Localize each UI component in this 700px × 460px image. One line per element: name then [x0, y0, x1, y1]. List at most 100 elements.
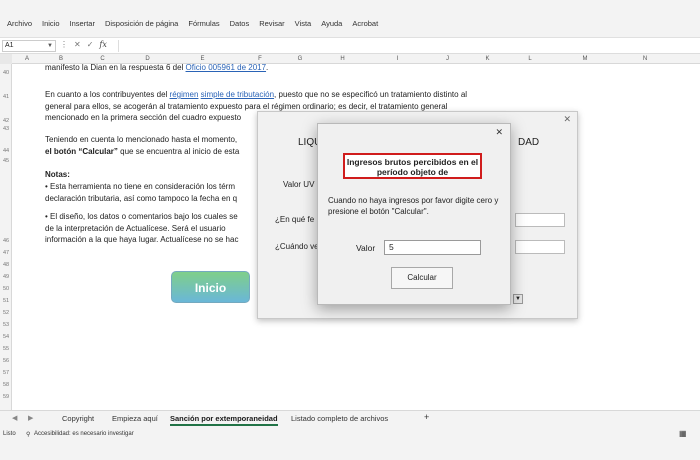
- chevron-down-icon[interactable]: ▼: [513, 294, 523, 304]
- sheet-line: • Esta herramienta no tiene en considera…: [45, 182, 236, 191]
- row-header[interactable]: 49: [0, 274, 12, 280]
- accessibility-status[interactable]: Accesibilidad: es necesario investigar: [34, 431, 134, 437]
- form-title-right: DAD: [518, 137, 540, 148]
- sheet-text: manifesto la Dian en la respuesta 6 del: [45, 63, 186, 72]
- regimen-link[interactable]: régimen: [170, 90, 199, 99]
- tab-acrobat[interactable]: Acrobat: [347, 19, 383, 28]
- column-header[interactable]: M: [555, 54, 615, 64]
- row-header[interactable]: 42: [0, 118, 12, 124]
- sheet-text: que se encuentra al inicio de esta: [117, 146, 240, 156]
- sheet-tab-bar: ◀ ▶ Copyright Empieza aquí Sanción por e…: [0, 410, 700, 427]
- close-icon[interactable]: ✕: [563, 114, 571, 125]
- tab-disposicion-de-pagina[interactable]: Disposición de página: [100, 19, 183, 28]
- function-icon[interactable]: fx: [99, 40, 106, 49]
- tab-revisar[interactable]: Revisar: [254, 19, 289, 28]
- sheet-text: , puesto que no se especificó un tratami…: [274, 90, 468, 99]
- chevron-right-icon[interactable]: ▶: [28, 414, 33, 422]
- simple-tributacion-link[interactable]: simple de tributación: [201, 90, 274, 99]
- name-box[interactable]: A1 ▼: [2, 40, 56, 52]
- cancel-icon[interactable]: ✕: [74, 40, 81, 49]
- status-ready: Listo: [3, 431, 16, 437]
- sheet-tab-sancion[interactable]: Sanción por extemporaneidad: [170, 414, 278, 426]
- row-header[interactable]: 41: [0, 94, 12, 100]
- tab-ayuda[interactable]: Ayuda: [316, 19, 347, 28]
- tab-insertar[interactable]: Insertar: [65, 19, 100, 28]
- row-header[interactable]: 51: [0, 298, 12, 304]
- tab-formulas[interactable]: Fórmulas: [183, 19, 224, 28]
- sheet-line: mencionado en la primera sección del cua…: [45, 113, 242, 122]
- select-all-corner[interactable]: [0, 54, 12, 64]
- column-header[interactable]: I: [370, 54, 425, 64]
- sheet-line: declaración tributaria, así como tampoco…: [45, 193, 238, 203]
- row-header[interactable]: 53: [0, 322, 12, 328]
- accessibility-icon: ⚲: [26, 432, 31, 438]
- notes-heading: Notas:: [45, 170, 70, 179]
- column-header[interactable]: K: [470, 54, 505, 64]
- ribbon-tabs: Archivo Inicio Insertar Disposición de p…: [2, 19, 383, 28]
- close-icon[interactable]: ✕: [495, 127, 503, 138]
- row-header[interactable]: 52: [0, 310, 12, 316]
- value-label: Valor: [356, 243, 376, 253]
- income-dialog: ✕ Ingresos brutos percibidos en el perío…: [317, 123, 511, 305]
- column-header[interactable]: A: [12, 54, 42, 64]
- tab-vista[interactable]: Vista: [290, 19, 317, 28]
- sheet-line: En cuanto a los contribuyentes del régim…: [45, 89, 467, 101]
- sheet-tab-listado[interactable]: Listado completo de archivos: [291, 414, 388, 423]
- sheet-text: En cuanto a los contribuyentes del: [45, 90, 170, 99]
- sheet-line: información a la que haya lugar. Actualí…: [45, 235, 239, 244]
- fecha-field[interactable]: [515, 213, 565, 227]
- formula-input[interactable]: [118, 40, 696, 52]
- sheet-line: manifesto la Dian en la respuesta 6 del …: [45, 62, 268, 74]
- row-header[interactable]: 40: [0, 70, 12, 76]
- sheet-line: • El diseño, los datos o comentarios baj…: [45, 212, 238, 221]
- page-view-icon[interactable]: ▦: [679, 429, 687, 438]
- row-header[interactable]: 46: [0, 238, 12, 244]
- dialog-heading: Ingresos brutos percibidos en el período…: [343, 153, 482, 179]
- inicio-button[interactable]: Inicio: [171, 271, 250, 303]
- sheet-line: de la interpretación de Actualícese. Ser…: [45, 223, 226, 233]
- cuando-field[interactable]: [515, 240, 565, 254]
- row-header[interactable]: 45: [0, 158, 12, 164]
- add-sheet-button[interactable]: +: [424, 412, 429, 422]
- sheet-tab-copyright[interactable]: Copyright: [62, 414, 94, 423]
- row-header[interactable]: 50: [0, 286, 12, 292]
- ribbon-menu-bar: Archivo Inicio Insertar Disposición de p…: [0, 0, 700, 38]
- status-bar: Listo ⚲ Accesibilidad: es necesario inve…: [0, 427, 700, 460]
- sheet-line: Teniendo en cuenta lo mencionado hasta e…: [45, 135, 238, 144]
- calculate-button[interactable]: Calcular: [391, 267, 453, 289]
- row-header[interactable]: 43: [0, 126, 12, 132]
- column-header[interactable]: N: [615, 54, 675, 64]
- row-header[interactable]: 57: [0, 370, 12, 376]
- chevron-down-icon[interactable]: ▼: [47, 41, 53, 51]
- column-header[interactable]: J: [425, 54, 470, 64]
- oficio-link[interactable]: Oficio 005961 de 2017: [186, 63, 267, 72]
- row-headers: 40 41 42 43 44 45 46 47 48 49 50 51 52 5…: [0, 64, 12, 410]
- row-header[interactable]: 47: [0, 250, 12, 256]
- row-header[interactable]: 55: [0, 346, 12, 352]
- tab-datos[interactable]: Datos: [225, 19, 255, 28]
- sheet-text: .: [266, 63, 269, 72]
- value-input[interactable]: 5: [384, 240, 481, 255]
- formula-bar: A1 ▼ ⋮ ✕ ✓ fx: [0, 38, 700, 54]
- row-header[interactable]: 48: [0, 262, 12, 268]
- column-header[interactable]: L: [505, 54, 555, 64]
- column-header[interactable]: H: [315, 54, 370, 64]
- check-icon[interactable]: ✓: [87, 40, 94, 49]
- row-header[interactable]: 59: [0, 394, 12, 400]
- more-icon: ⋮: [60, 40, 68, 49]
- row-header[interactable]: 44: [0, 148, 12, 154]
- row-header[interactable]: 54: [0, 334, 12, 340]
- formula-buttons: ⋮ ✕ ✓ fx: [60, 40, 107, 49]
- sheet-text-bold: el botón “Calcular”: [45, 146, 118, 156]
- tab-inicio[interactable]: Inicio: [37, 19, 65, 28]
- sheet-line: el botón “Calcular” que se encuentra al …: [45, 146, 239, 158]
- dialog-help-text: Cuando no haya ingresos por favor digite…: [328, 196, 499, 216]
- label-fecha: ¿En qué fe: [275, 215, 315, 224]
- row-header[interactable]: 56: [0, 358, 12, 364]
- chevron-left-icon[interactable]: ◀: [12, 414, 17, 422]
- row-header[interactable]: 58: [0, 382, 12, 388]
- label-valor-uvt: Valor UV: [283, 180, 315, 189]
- column-header[interactable]: G: [285, 54, 315, 64]
- sheet-tab-empieza-aqui[interactable]: Empieza aquí: [112, 414, 158, 423]
- tab-archivo[interactable]: Archivo: [2, 19, 37, 28]
